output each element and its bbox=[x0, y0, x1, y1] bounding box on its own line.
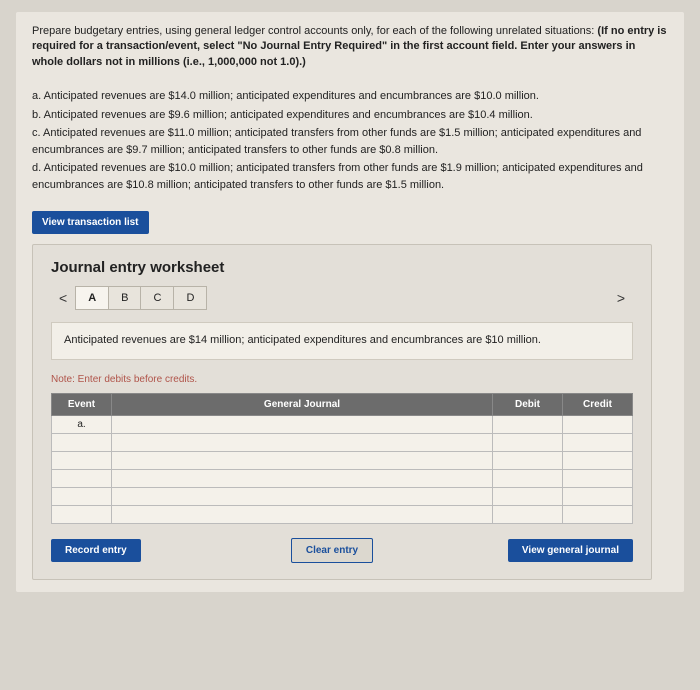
table-row: a. bbox=[52, 415, 633, 433]
tab-d[interactable]: D bbox=[173, 286, 207, 310]
debit-cell[interactable] bbox=[493, 469, 563, 487]
view-transaction-list-button[interactable]: View transaction list bbox=[32, 211, 149, 234]
debit-cell[interactable] bbox=[493, 451, 563, 469]
account-cell[interactable] bbox=[112, 469, 493, 487]
page-content: Prepare budgetary entries, using general… bbox=[16, 12, 684, 592]
tab-c[interactable]: C bbox=[140, 286, 174, 310]
prev-arrow[interactable]: < bbox=[51, 286, 75, 310]
debit-cell[interactable] bbox=[493, 487, 563, 505]
header-debit: Debit bbox=[493, 393, 563, 415]
debit-cell[interactable] bbox=[493, 505, 563, 523]
event-cell[interactable] bbox=[52, 469, 112, 487]
account-cell[interactable] bbox=[112, 415, 493, 433]
view-general-journal-button[interactable]: View general journal bbox=[508, 539, 633, 562]
situation-c: c. Anticipated revenues are $11.0 millio… bbox=[32, 125, 668, 158]
credit-cell[interactable] bbox=[563, 469, 633, 487]
event-cell[interactable] bbox=[52, 451, 112, 469]
table-row bbox=[52, 487, 633, 505]
scenario-text: Anticipated revenues are $14 million; an… bbox=[51, 322, 633, 359]
tab-a[interactable]: A bbox=[75, 286, 109, 310]
situations-list: a. Anticipated revenues are $14.0 millio… bbox=[32, 88, 668, 193]
header-credit: Credit bbox=[563, 393, 633, 415]
tabs-group: < A B C D bbox=[51, 286, 206, 310]
header-event: Event bbox=[52, 393, 112, 415]
journal-worksheet-panel: Journal entry worksheet < A B C D > Anti… bbox=[32, 244, 652, 579]
table-row bbox=[52, 469, 633, 487]
table-row bbox=[52, 505, 633, 523]
event-cell[interactable] bbox=[52, 505, 112, 523]
account-cell[interactable] bbox=[112, 505, 493, 523]
credit-cell[interactable] bbox=[563, 451, 633, 469]
credit-cell[interactable] bbox=[563, 505, 633, 523]
table-row bbox=[52, 433, 633, 451]
record-entry-button[interactable]: Record entry bbox=[51, 539, 141, 562]
situation-a: a. Anticipated revenues are $14.0 millio… bbox=[32, 88, 668, 105]
debit-cell[interactable] bbox=[493, 433, 563, 451]
credit-cell[interactable] bbox=[563, 433, 633, 451]
event-cell[interactable] bbox=[52, 487, 112, 505]
next-arrow[interactable]: > bbox=[609, 286, 633, 310]
credit-cell[interactable] bbox=[563, 487, 633, 505]
situation-b: b. Anticipated revenues are $9.6 million… bbox=[32, 107, 668, 124]
instructions-lead: Prepare budgetary entries, using general… bbox=[32, 25, 597, 37]
account-cell[interactable] bbox=[112, 433, 493, 451]
clear-entry-button[interactable]: Clear entry bbox=[291, 538, 373, 563]
debit-cell[interactable] bbox=[493, 415, 563, 433]
tab-b[interactable]: B bbox=[108, 286, 141, 310]
event-cell[interactable]: a. bbox=[52, 415, 112, 433]
account-cell[interactable] bbox=[112, 487, 493, 505]
action-buttons-row: Record entry Clear entry View general jo… bbox=[51, 538, 633, 563]
account-cell[interactable] bbox=[112, 451, 493, 469]
instructions-text: Prepare budgetary entries, using general… bbox=[32, 24, 668, 70]
note-text: Note: Enter debits before credits. bbox=[51, 374, 633, 385]
journal-entry-table: Event General Journal Debit Credit a. bbox=[51, 393, 633, 524]
table-row bbox=[52, 451, 633, 469]
tab-navigation: < A B C D > bbox=[51, 286, 633, 310]
situation-d: d. Anticipated revenues are $10.0 millio… bbox=[32, 160, 668, 193]
event-cell[interactable] bbox=[52, 433, 112, 451]
credit-cell[interactable] bbox=[563, 415, 633, 433]
worksheet-title: Journal entry worksheet bbox=[51, 259, 633, 276]
header-general-journal: General Journal bbox=[112, 393, 493, 415]
